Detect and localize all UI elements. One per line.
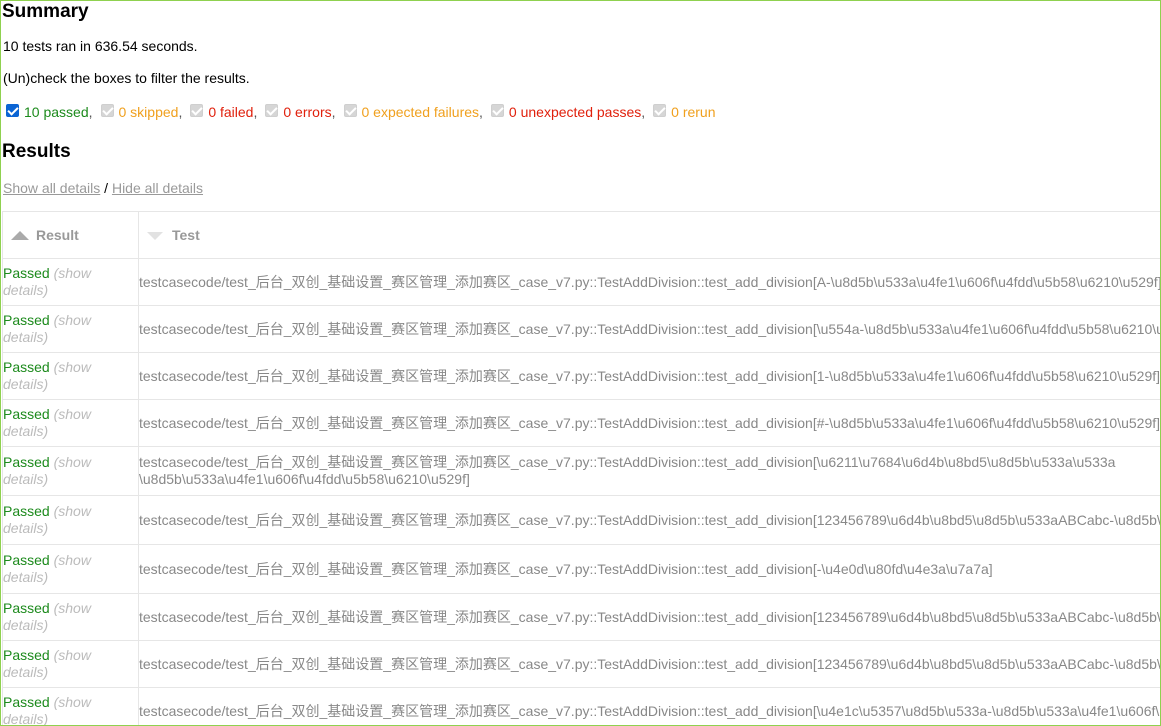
filter-6[interactable]: 0 rerun — [653, 103, 716, 120]
test-name-cell: testcasecode/test_后台_双创_基础设置_赛区管理_添加赛区_c… — [138, 495, 1161, 545]
result-status: Passed — [3, 647, 50, 663]
test-name: testcasecode/test_后台_双创_基础设置_赛区管理_添加赛区_c… — [139, 511, 1161, 528]
results-header-row: Result Test — [2, 211, 1160, 259]
tests-ran-summary: 10 tests ran in 636.54 seconds. — [3, 38, 198, 54]
filter-0[interactable]: 10 passed, — [6, 103, 93, 120]
test-name: testcasecode/test_后台_双创_基础设置_赛区管理_添加赛区_c… — [139, 560, 993, 577]
filter-checkbox[interactable] — [653, 103, 667, 117]
result-column-header[interactable]: Result — [2, 211, 139, 259]
test-name: testcasecode/test_后台_双创_基础设置_赛区管理_添加赛区_c… — [139, 273, 1161, 290]
test-name: testcasecode/test_后台_双创_基础设置_赛区管理_添加赛区_c… — [139, 655, 1161, 672]
table-row: Passed (show details) testcasecode/test_后… — [2, 258, 1161, 306]
test-name-cell: testcasecode/test_后台_双创_基础设置_赛区管理_添加赛区_c… — [138, 258, 1161, 306]
result-cell: Passed (show details) — [2, 446, 139, 496]
test-name-cell: testcasecode/test_后台_双创_基础设置_赛区管理_添加赛区_c… — [138, 687, 1161, 725]
table-row: Passed (show details) testcasecode/test_后… — [2, 687, 1161, 725]
test-name: testcasecode/test_后台_双创_基础设置_赛区管理_添加赛区_c… — [139, 367, 1161, 384]
table-row: Passed (show details) testcasecode/test_后… — [2, 399, 1161, 447]
result-cell: Passed (show details) — [2, 305, 139, 353]
result-cell: Passed (show details) — [2, 399, 139, 447]
filter-checkbox[interactable] — [343, 103, 357, 117]
test-name-cell: testcasecode/test_后台_双创_基础设置_赛区管理_添加赛区_c… — [138, 640, 1161, 688]
filter-2[interactable]: 0 failed, — [190, 103, 258, 120]
result-cell: Passed (show details) — [2, 258, 139, 306]
details-toggle: Show all details / Hide all details — [3, 180, 203, 196]
table-row: Passed (show details) testcasecode/test_后… — [2, 593, 1161, 641]
filter-separator: , — [178, 104, 183, 120]
filter-separator: , — [641, 104, 646, 120]
result-status: Passed — [3, 694, 50, 710]
result-status: Passed — [3, 552, 50, 568]
test-name-line-2: \u8d5b\u533a\u4fe1\u606f\u4fdd\u5b58\u62… — [139, 471, 470, 487]
results-heading: Results — [2, 141, 71, 162]
table-row: Passed (show details) testcasecode/test_后… — [2, 495, 1161, 545]
filter-checkbox[interactable] — [190, 103, 204, 117]
test-name-cell: testcasecode/test_后台_双创_基础设置_赛区管理_添加赛区_c… — [138, 446, 1160, 496]
filter-4[interactable]: 0 expected failures, — [343, 103, 483, 120]
result-cell: Passed (show details) — [2, 544, 139, 594]
result-status: Passed — [3, 503, 50, 519]
filter-label: 0 unexpected passes — [508, 104, 642, 120]
show-all-details-link[interactable]: Show all details — [3, 180, 100, 196]
result-column-label: Result — [36, 227, 79, 243]
table-row: Passed (show details) testcasecode/test_后… — [2, 544, 1160, 594]
table-row: Passed (show details) testcasecode/test_后… — [2, 305, 1161, 353]
test-name-cell: testcasecode/test_后台_双创_基础设置_赛区管理_添加赛区_c… — [138, 352, 1161, 400]
result-status: Passed — [3, 454, 50, 470]
result-cell: Passed (show details) — [2, 687, 139, 725]
filter-label: 10 passed — [24, 104, 89, 120]
filter-3[interactable]: 0 errors, — [265, 103, 336, 120]
sort-descending-icon — [147, 232, 163, 240]
result-cell: Passed (show details) — [2, 352, 139, 400]
filter-checkbox[interactable] — [265, 103, 279, 117]
filter-label: 0 rerun — [671, 104, 716, 120]
test-name-cell: testcasecode/test_后台_双创_基础设置_赛区管理_添加赛区_c… — [138, 305, 1161, 353]
test-name-cell: testcasecode/test_后台_双创_基础设置_赛区管理_添加赛区_c… — [138, 399, 1161, 447]
result-status: Passed — [3, 600, 50, 616]
details-toggle-separator: / — [100, 180, 112, 196]
filter-label: 0 skipped — [118, 104, 179, 120]
filter-hint: (Un)check the boxes to filter the result… — [3, 70, 250, 86]
test-column-label: Test — [172, 227, 200, 243]
result-status: Passed — [3, 312, 50, 328]
summary-heading: Summary — [2, 1, 89, 22]
report-content: Summary 10 tests ran in 636.54 seconds. … — [2, 1, 1160, 725]
result-cell: Passed (show details) — [2, 593, 139, 641]
filter-separator: , — [331, 104, 336, 120]
test-name: testcasecode/test_后台_双创_基础设置_赛区管理_添加赛区_c… — [139, 702, 1161, 719]
filter-5[interactable]: 0 unexpected passes, — [490, 103, 646, 120]
sort-ascending-icon — [11, 230, 29, 240]
test-name: testcasecode/test_后台_双创_基础设置_赛区管理_添加赛区_c… — [139, 608, 1161, 625]
filter-separator: , — [253, 104, 258, 120]
filter-label: 0 errors — [283, 104, 332, 120]
result-cell: Passed (show details) — [2, 640, 139, 688]
filter-label: 0 expected failures — [361, 104, 480, 120]
test-name: testcasecode/test_后台_双创_基础设置_赛区管理_添加赛区_c… — [139, 414, 1161, 431]
report-frame: Summary 10 tests ran in 636.54 seconds. … — [0, 0, 1161, 726]
hide-all-details-link[interactable]: Hide all details — [112, 180, 203, 196]
result-status: Passed — [3, 265, 50, 281]
filter-checkbox[interactable] — [490, 103, 504, 117]
table-row: Passed (show details) testcasecode/test_后… — [2, 640, 1161, 688]
filter-checkbox[interactable] — [6, 103, 19, 117]
test-name-line-1: testcasecode/test_后台_双创_基础设置_赛区管理_添加赛区_c… — [139, 454, 1116, 470]
filter-separator: , — [88, 104, 93, 120]
result-cell: Passed (show details) — [2, 495, 139, 545]
test-name: testcasecode/test_后台_双创_基础设置_赛区管理_添加赛区_c… — [139, 320, 1161, 337]
results-table: Result Test Passed (show details) testcas… — [2, 211, 1160, 725]
test-name-cell: testcasecode/test_后台_双创_基础设置_赛区管理_添加赛区_c… — [138, 544, 1160, 594]
test-column-header[interactable]: Test — [138, 211, 1160, 259]
table-row: Passed (show details) testcasecode/test_后… — [2, 446, 1160, 496]
result-filters: 10 passed, 0 skipped, 0 failed, 0 errors, 0 … — [6, 103, 724, 120]
results-body: Passed (show details) testcasecode/test_后… — [2, 258, 1161, 725]
result-status: Passed — [3, 406, 50, 422]
table-row: Passed (show details) testcasecode/test_后… — [2, 352, 1161, 400]
filter-separator: , — [479, 104, 483, 120]
filter-1[interactable]: 0 skipped, — [100, 103, 183, 120]
test-name-cell: testcasecode/test_后台_双创_基础设置_赛区管理_添加赛区_c… — [138, 593, 1161, 641]
filter-label: 0 failed — [208, 104, 254, 120]
result-status: Passed — [3, 359, 50, 375]
filter-checkbox[interactable] — [100, 103, 114, 117]
